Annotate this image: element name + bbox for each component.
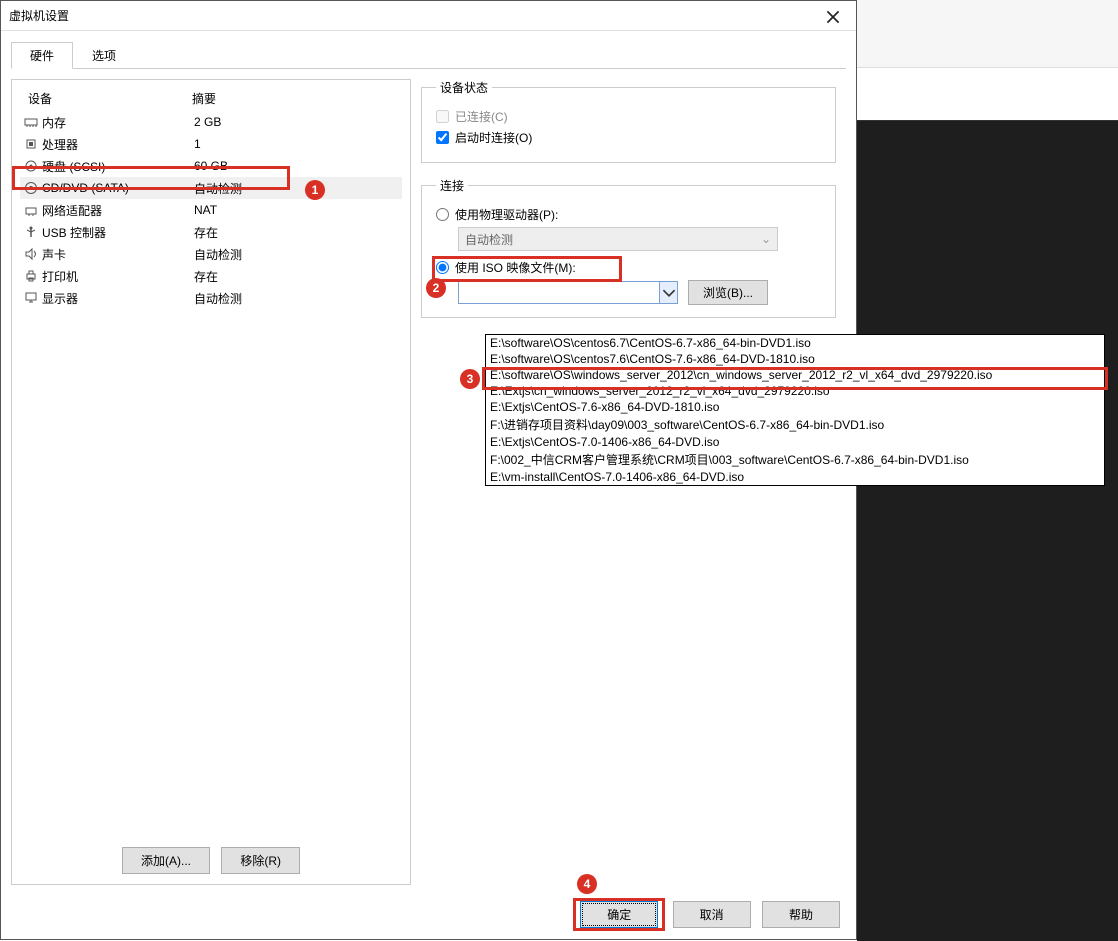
device-status-legend: 设备状态: [436, 79, 492, 96]
iso-dropdown-item-2[interactable]: E:\software\OS\windows_server_2012\cn_wi…: [486, 367, 1104, 383]
device-summary: 1: [194, 137, 400, 151]
usb-icon: [22, 225, 40, 240]
iso-path-input[interactable]: [459, 286, 659, 300]
device-pane: 设备 摘要 内存2 GB处理器1硬盘 (SCSI)60 GBCD/DVD (SA…: [11, 79, 411, 885]
annotation-box-4: 确定: [573, 898, 665, 931]
use-physical-row[interactable]: 使用物理驱动器(P):: [436, 206, 821, 223]
device-summary: 自动检测: [194, 246, 400, 263]
vm-console: [857, 120, 1118, 941]
device-label: 打印机: [40, 268, 194, 285]
device-summary: 2 GB: [194, 115, 400, 129]
device-label: USB 控制器: [40, 224, 194, 241]
device-summary: NAT: [194, 203, 400, 217]
add-device-button[interactable]: 添加(A)...: [122, 847, 210, 874]
tab-options[interactable]: 选项: [73, 42, 135, 69]
cd-icon: [22, 181, 40, 196]
connect-at-poweron-label: 启动时连接(O): [455, 129, 532, 146]
iso-path-combobox[interactable]: [458, 281, 678, 304]
device-row-cd[interactable]: CD/DVD (SATA)自动检测: [20, 177, 402, 199]
annotation-badge-4: 4: [577, 874, 597, 894]
device-label: 声卡: [40, 246, 194, 263]
col-device: 设备: [20, 90, 192, 107]
device-label: 显示器: [40, 290, 194, 307]
device-status-group: 设备状态 已连接(C) 启动时连接(O): [421, 79, 836, 163]
dialog-title: 虚拟机设置: [9, 7, 818, 24]
dialog-buttons: 确定 取消 帮助: [573, 898, 844, 931]
iso-dropdown-item-8[interactable]: E:\vm-install\CentOS-7.0-1406-x86_64-DVD…: [486, 469, 1104, 485]
iso-dropdown-item-7[interactable]: F:\002_中信CRM客户管理系统\CRM项目\003_software\Ce…: [486, 450, 1104, 469]
device-row-usb[interactable]: USB 控制器存在: [20, 221, 402, 243]
tab-strip: 硬件 选项: [11, 41, 846, 69]
device-row-cpu[interactable]: 处理器1: [20, 133, 402, 155]
chevron-down-icon: ⌄: [761, 232, 771, 246]
iso-dropdown-item-4[interactable]: E:\Extjs\CentOS-7.6-x86_64-DVD-1810.iso: [486, 399, 1104, 415]
iso-dropdown-item-1[interactable]: E:\software\OS\centos7.6\CentOS-7.6-x86_…: [486, 351, 1104, 367]
device-list: 内存2 GB处理器1硬盘 (SCSI)60 GBCD/DVD (SATA)自动检…: [20, 111, 402, 309]
device-row-display[interactable]: 显示器自动检测: [20, 287, 402, 309]
connect-at-poweron-row[interactable]: 启动时连接(O): [436, 129, 821, 146]
net-icon: [22, 203, 40, 218]
device-row-sound[interactable]: 声卡自动检测: [20, 243, 402, 265]
iso-input-row: 浏览(B)...: [458, 280, 821, 305]
annotation-badge-3: 3: [460, 369, 480, 389]
device-summary: 自动检测: [194, 180, 400, 197]
use-physical-label: 使用物理驱动器(P):: [455, 206, 558, 223]
cancel-button[interactable]: 取消: [673, 901, 751, 928]
iso-dropdown-button[interactable]: [659, 282, 677, 303]
iso-dropdown-list[interactable]: E:\software\OS\centos6.7\CentOS-6.7-x86_…: [485, 334, 1105, 486]
device-label: 内存: [40, 114, 194, 131]
close-icon: [826, 10, 840, 24]
connected-label: 已连接(C): [455, 108, 508, 125]
cpu-icon: [22, 137, 40, 152]
disk-icon: [22, 159, 40, 174]
physical-drive-value: 自动检测: [465, 231, 513, 248]
connect-at-poweron-checkbox[interactable]: [436, 131, 449, 144]
iso-dropdown-item-6[interactable]: E:\Extjs\CentOS-7.0-1406-x86_64-DVD.iso: [486, 434, 1104, 450]
sound-icon: [22, 247, 40, 262]
physical-drive-combo: 自动检测 ⌄: [458, 227, 778, 251]
printer-icon: [22, 269, 40, 284]
chevron-down-icon: [662, 286, 676, 300]
device-summary: 存在: [194, 224, 400, 241]
browse-button[interactable]: 浏览(B)...: [688, 280, 768, 305]
device-label: 网络适配器: [40, 202, 194, 219]
ram-icon: [22, 115, 40, 130]
iso-dropdown-item-5[interactable]: F:\进销存项目资料\day09\003_software\CentOS-6.7…: [486, 415, 1104, 434]
help-button[interactable]: 帮助: [762, 901, 840, 928]
device-list-header: 设备 摘要: [20, 88, 402, 111]
device-summary: 60 GB: [194, 159, 400, 173]
background-toolbar: [857, 0, 1118, 68]
device-label: CD/DVD (SATA): [40, 181, 194, 195]
connection-group: 连接 使用物理驱动器(P): 自动检测 ⌄ 使用 ISO 映像文件(M):: [421, 177, 836, 318]
device-row-disk[interactable]: 硬盘 (SCSI)60 GB: [20, 155, 402, 177]
device-label: 硬盘 (SCSI): [40, 158, 194, 175]
ok-button[interactable]: 确定: [580, 901, 658, 928]
device-summary: 自动检测: [194, 290, 400, 307]
use-iso-label: 使用 ISO 映像文件(M):: [455, 259, 576, 276]
dialog-titlebar: 虚拟机设置: [1, 1, 856, 31]
annotation-badge-2: 2: [426, 278, 446, 298]
connection-legend: 连接: [436, 177, 468, 194]
device-summary: 存在: [194, 268, 400, 285]
device-row-printer[interactable]: 打印机存在: [20, 265, 402, 287]
device-label: 处理器: [40, 136, 194, 153]
annotation-badge-1: 1: [305, 180, 325, 200]
use-iso-row[interactable]: 使用 ISO 映像文件(M):: [436, 259, 821, 276]
connected-checkbox-row: 已连接(C): [436, 108, 821, 125]
device-row-net[interactable]: 网络适配器NAT: [20, 199, 402, 221]
close-button[interactable]: [818, 7, 848, 23]
col-summary: 摘要: [192, 90, 402, 107]
tab-hardware[interactable]: 硬件: [11, 42, 73, 69]
device-row-ram[interactable]: 内存2 GB: [20, 111, 402, 133]
use-physical-radio[interactable]: [436, 208, 449, 221]
use-iso-radio[interactable]: [436, 261, 449, 274]
connected-checkbox: [436, 110, 449, 123]
iso-dropdown-item-0[interactable]: E:\software\OS\centos6.7\CentOS-6.7-x86_…: [486, 335, 1104, 351]
display-icon: [22, 291, 40, 306]
remove-device-button[interactable]: 移除(R): [221, 847, 300, 874]
iso-dropdown-item-3[interactable]: E:\Extjs\cn_windows_server_2012_r2_vl_x6…: [486, 383, 1104, 399]
device-buttons: 添加(A)... 移除(R): [12, 847, 410, 874]
